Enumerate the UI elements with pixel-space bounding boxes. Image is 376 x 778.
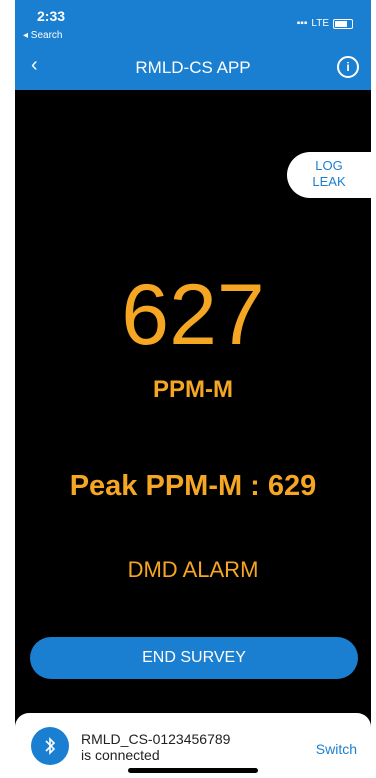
nav-bar: ‹ RMLD-CS APP i (15, 44, 371, 90)
back-to-search[interactable]: ◂ Search (23, 30, 62, 41)
status-indicators: ▪▪▪ LTE (297, 18, 353, 29)
battery-icon (333, 18, 353, 29)
log-leak-line2: LEAK (312, 174, 346, 189)
ppm-unit: PPM-M (153, 376, 233, 403)
alarm-status: DMD ALARM (127, 557, 259, 582)
status-bar: 2:33 ◂ Search ▪▪▪ LTE (15, 0, 371, 44)
status-time: 2:33 (37, 8, 66, 24)
app-title: RMLD-CS APP (135, 58, 251, 77)
device-info: RMLD_CS-0123456789 is connected (81, 731, 230, 763)
end-survey-button[interactable]: END SURVEY (30, 637, 358, 679)
log-leak-line1: LOG (315, 158, 343, 173)
network-label: LTE (311, 18, 329, 29)
connection-status: is connected (81, 747, 160, 763)
signal-icon: ▪▪▪ (296, 18, 308, 29)
log-leak-button[interactable]: LOG LEAK (287, 152, 371, 198)
device-name: RMLD_CS-0123456789 (81, 731, 231, 747)
switch-device-button[interactable]: Switch (316, 741, 357, 757)
ppm-reading: 627 (121, 267, 265, 363)
info-icon[interactable]: i (337, 56, 359, 78)
bluetooth-icon (31, 727, 69, 765)
peak-reading: Peak PPM-M : 629 (69, 470, 317, 502)
app-screen: 2:33 ◂ Search ▪▪▪ LTE ‹ RMLD-CS APP i LO… (15, 0, 371, 778)
home-indicator[interactable] (128, 768, 258, 773)
